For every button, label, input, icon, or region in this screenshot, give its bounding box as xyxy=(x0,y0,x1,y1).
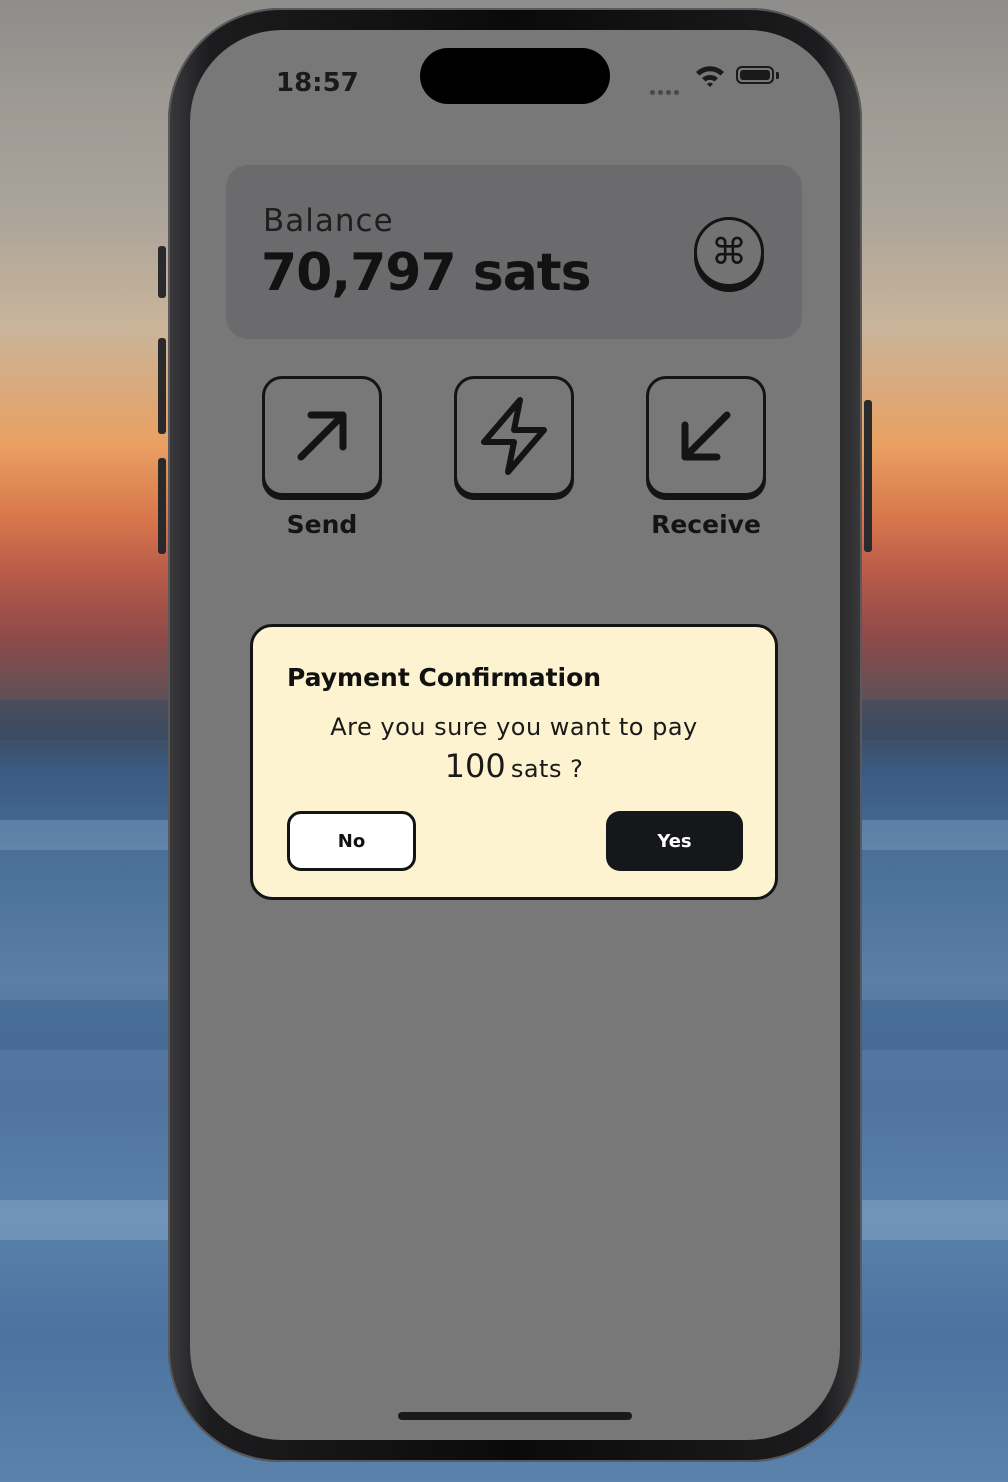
receive-label: Receive xyxy=(651,510,761,539)
lightning-button[interactable] xyxy=(454,376,574,496)
balance-label: Balance xyxy=(263,203,394,239)
command-glyph: ⌘ xyxy=(711,231,747,273)
dialog-question: Are you sure you want to pay xyxy=(330,713,698,741)
power-button xyxy=(864,400,872,552)
lightning-icon xyxy=(481,397,547,475)
app-screen: 18:57 Balance 70,797 sats ⌘ Send Receive… xyxy=(190,30,840,1440)
volume-down-button xyxy=(158,458,166,554)
payment-amount: 100 xyxy=(444,747,506,785)
no-button[interactable]: No xyxy=(287,811,416,871)
status-time: 18:57 xyxy=(276,68,359,98)
command-icon[interactable]: ⌘ xyxy=(694,217,764,287)
volume-up-button xyxy=(158,338,166,434)
yes-button[interactable]: Yes xyxy=(606,811,743,871)
send-button[interactable] xyxy=(262,376,382,496)
action-button xyxy=(158,246,166,298)
balance-card: Balance 70,797 sats ⌘ xyxy=(226,165,802,339)
home-indicator[interactable] xyxy=(398,1412,632,1420)
arrow-up-right-icon xyxy=(297,411,347,461)
dialog-amount-line: 100 sats ? xyxy=(253,747,775,785)
phone-frame: 18:57 Balance 70,797 sats ⌘ Send Receive… xyxy=(158,8,872,1462)
battery-cap xyxy=(776,72,779,79)
signal-dots-icon xyxy=(650,80,686,95)
dialog-title: Payment Confirmation xyxy=(287,663,602,692)
dynamic-island xyxy=(420,48,610,104)
balance-value: 70,797 sats xyxy=(261,243,592,303)
arrow-down-left-icon xyxy=(681,411,731,461)
send-label: Send xyxy=(286,510,358,539)
wifi-icon xyxy=(694,64,726,92)
payment-unit: sats ? xyxy=(510,755,584,783)
receive-button[interactable] xyxy=(646,376,766,496)
battery-icon xyxy=(736,66,774,84)
payment-confirmation-dialog: Payment Confirmation Are you sure you wa… xyxy=(250,624,778,900)
